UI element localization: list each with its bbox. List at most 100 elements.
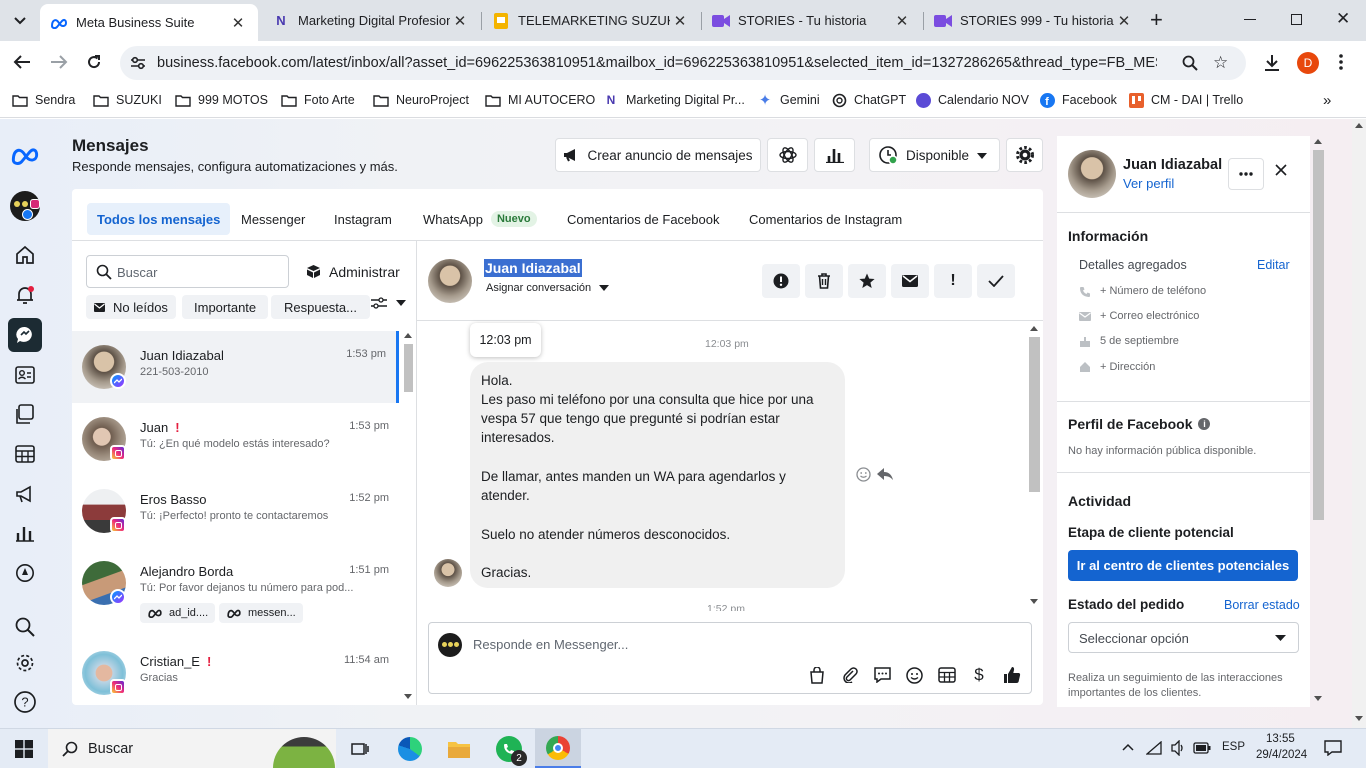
show-hidden-icons-icon[interactable] [1122, 743, 1134, 751]
taskbar-search[interactable]: Buscar [48, 729, 336, 768]
thread-avatar[interactable] [428, 259, 472, 303]
profile-avatar[interactable] [1068, 150, 1116, 198]
input-language[interactable]: ESP [1222, 741, 1245, 753]
add-phone-link[interactable]: + Número de teléfono [1100, 285, 1206, 297]
profile-avatar[interactable]: D [1297, 52, 1319, 74]
bookmark-sendra[interactable]: Sendra [12, 92, 75, 108]
availability-dropdown[interactable]: Disponible [869, 138, 1000, 172]
mark-unread-button[interactable] [891, 264, 929, 298]
zoom-search-icon[interactable] [1182, 55, 1198, 71]
whatsapp-icon[interactable]: 2 [493, 733, 527, 766]
windows-start-icon[interactable] [8, 733, 40, 765]
clear-state-link[interactable]: Borrar estado [1224, 598, 1300, 612]
bookmark-facebook[interactable]: f Facebook [1039, 92, 1117, 108]
bookmark-calendario-nov[interactable]: Calendario NOV [915, 92, 1029, 108]
bookmark-chatgpt[interactable]: ChatGPT [831, 92, 906, 108]
search-icon[interactable] [9, 611, 41, 643]
network-icon[interactable] [1146, 741, 1162, 755]
scroll-up-arrow-icon[interactable] [404, 333, 412, 338]
bookmark-999-motos[interactable]: 999 MOTOS [175, 92, 268, 108]
contacts-icon[interactable] [9, 359, 41, 391]
tab-marketing-digital[interactable]: N Marketing Digital Profesional ✕ [262, 0, 480, 41]
calendar-grid-icon[interactable] [9, 438, 41, 470]
close-window-icon[interactable]: ✕ [1336, 9, 1350, 29]
scroll-down-arrow-icon[interactable] [404, 694, 412, 699]
assign-conversation-dropdown[interactable]: Asignar conversación [486, 282, 610, 294]
create-message-ad-button[interactable]: Crear anuncio de mensajes [555, 138, 761, 172]
ads-megaphone-icon[interactable] [9, 478, 41, 510]
battery-icon[interactable] [1193, 742, 1211, 754]
edge-browser-icon[interactable] [394, 733, 426, 765]
tab-stories[interactable]: STORIES - Tu historia ✕ [702, 0, 922, 41]
saved-replies-icon[interactable] [872, 665, 892, 685]
scroll-down-arrow-icon[interactable] [1355, 716, 1363, 721]
conversation-search[interactable]: Buscar [86, 255, 289, 288]
panel-scrollbar[interactable] [1311, 136, 1325, 707]
delete-button[interactable] [805, 264, 843, 298]
all-tools-compass-icon[interactable] [9, 557, 41, 589]
meta-logo-icon[interactable] [9, 139, 41, 171]
account-avatar[interactable] [9, 190, 41, 222]
bookmark-trello[interactable]: CM - DAI | Trello [1128, 92, 1243, 108]
clock-date[interactable]: 29/4/2024 [1256, 749, 1307, 761]
back-icon[interactable] [13, 54, 31, 70]
conversation-item[interactable]: Juan! Tú: ¿En qué modelo estás interesad… [72, 403, 399, 475]
manage-button[interactable]: Administrar [306, 255, 400, 288]
home-icon[interactable] [9, 239, 41, 271]
notifications-icon[interactable] [9, 279, 41, 311]
conversation-item[interactable]: Alejandro Borda Tú: Por favor dejanos tu… [72, 547, 399, 637]
scroll-up-arrow-icon[interactable] [1355, 123, 1363, 128]
bookmark-mi-autocero[interactable]: MI AUTOCERO [485, 92, 595, 108]
filter-sliders-button[interactable] [371, 297, 406, 309]
tab-stories-999[interactable]: STORIES 999 - Tu historia ✕ [924, 0, 1144, 41]
scroll-down-arrow-icon[interactable] [1030, 599, 1038, 604]
minimize-window-icon[interactable] [1244, 19, 1256, 20]
reply-arrow-icon[interactable] [877, 468, 893, 481]
scrollbar-thumb[interactable] [404, 344, 413, 392]
inbox-insights-button[interactable] [814, 138, 855, 172]
order-state-select[interactable]: Seleccionar opción [1068, 622, 1299, 653]
close-tab-icon[interactable]: ✕ [892, 12, 912, 30]
conversation-item[interactable]: Eros Basso Tú: ¡Perfecto! pronto te cont… [72, 475, 399, 547]
list-scrollbar[interactable] [401, 330, 415, 705]
add-address-link[interactable]: + Dirección [1100, 361, 1155, 373]
mark-done-button[interactable] [977, 264, 1015, 298]
insights-chart-icon[interactable] [9, 517, 41, 549]
thread-scrollbar[interactable] [1027, 323, 1041, 607]
close-panel-icon[interactable] [1275, 164, 1287, 176]
inbox-icon[interactable] [8, 318, 42, 352]
automations-button[interactable] [767, 138, 808, 172]
tab-all-messages[interactable]: Todos los mensajes [87, 203, 231, 235]
tab-instagram[interactable]: Instagram [324, 203, 402, 235]
scrollbar-thumb[interactable] [1313, 150, 1324, 520]
volume-icon[interactable] [1171, 740, 1185, 756]
bookmark-suzuki[interactable]: SUZUKI [93, 92, 162, 108]
bookmark-gemini[interactable]: ✦ Gemini [757, 92, 820, 109]
file-explorer-icon[interactable] [443, 733, 475, 765]
address-bar[interactable]: business.facebook.com/latest/inbox/all?a… [120, 46, 1246, 80]
tab-instagram-comments[interactable]: Comentarios de Instagram [739, 203, 912, 235]
forward-icon[interactable] [50, 54, 68, 70]
download-icon[interactable] [1263, 54, 1281, 72]
thread-contact-name[interactable]: Juan Idiazabal [484, 259, 582, 277]
chip-response[interactable]: Respuesta... [271, 295, 370, 319]
shopping-bag-icon[interactable] [807, 665, 827, 685]
chrome-taskbar-button[interactable] [535, 729, 581, 768]
scroll-up-arrow-icon[interactable] [1314, 139, 1322, 144]
restore-window-icon[interactable] [1291, 14, 1302, 25]
more-bookmarks-icon[interactable]: » [1323, 92, 1331, 109]
tab-search-button[interactable] [6, 7, 34, 35]
content-icon[interactable] [9, 398, 41, 430]
browser-menu-icon[interactable] [1339, 54, 1343, 72]
info-icon[interactable]: i [1198, 418, 1211, 430]
thumbs-up-icon[interactable] [1002, 665, 1022, 685]
tab-facebook-comments[interactable]: Comentarios de Facebook [557, 203, 729, 235]
tag-chip[interactable]: messen... [219, 603, 303, 623]
appointment-grid-icon[interactable] [937, 665, 957, 685]
close-tab-icon[interactable]: ✕ [1114, 12, 1134, 30]
chip-unread[interactable]: No leídos [86, 295, 176, 319]
emoji-icon[interactable] [904, 665, 924, 685]
payment-dollar-icon[interactable]: $ [969, 665, 989, 685]
new-tab-button[interactable]: + [1150, 9, 1163, 31]
bookmark-marketing-digital[interactable]: N Marketing Digital Pr... [603, 92, 745, 108]
